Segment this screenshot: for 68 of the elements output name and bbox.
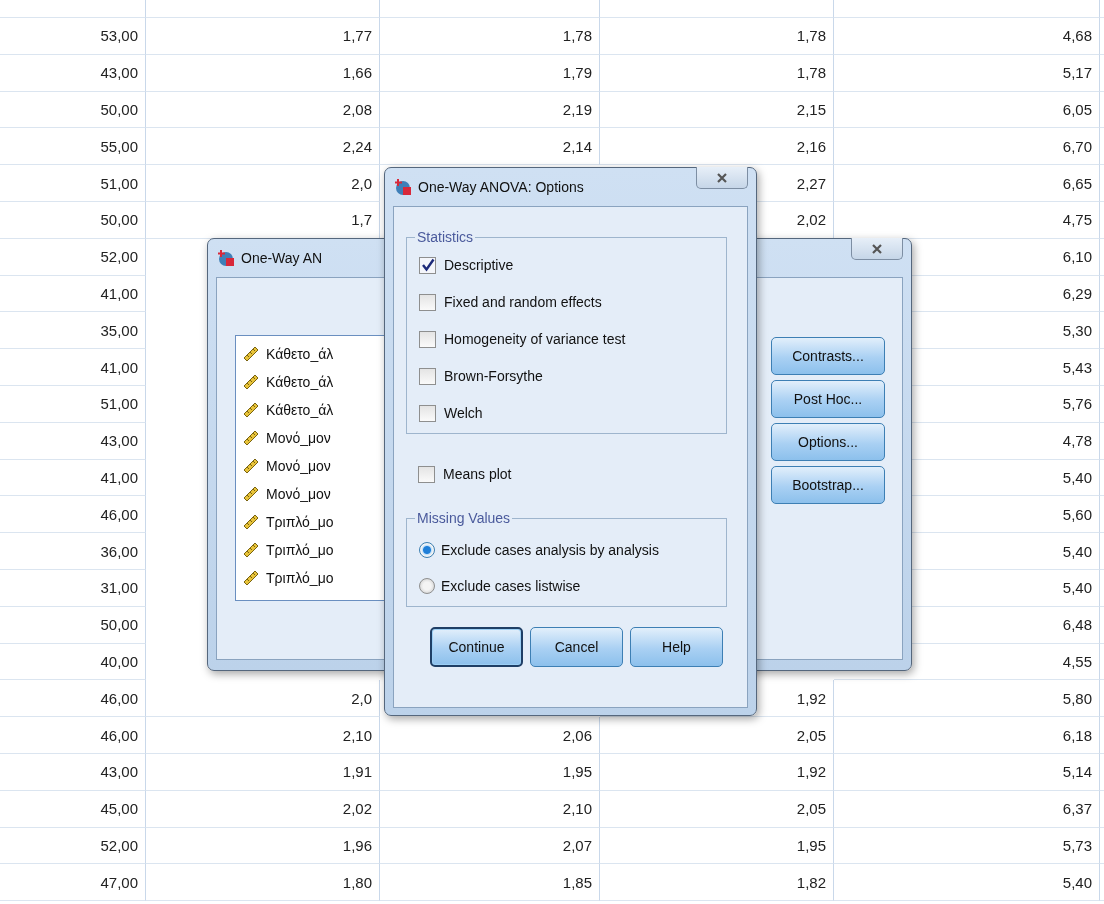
table-cell: 43,00 — [0, 753, 146, 791]
table-cell: 1,78 — [600, 54, 834, 92]
table-cell: 5,73 — [834, 827, 1100, 865]
table-cell: 43,00 — [0, 422, 146, 460]
table-cell: 2,15 — [600, 91, 834, 129]
window-title: One-Way ANOVA: Options — [418, 179, 584, 195]
table-cell: 2,10 — [146, 717, 380, 754]
table-cell: 1,95 — [600, 827, 834, 865]
table-cell: 1,80 — [146, 864, 380, 902]
table-cell: 35,00 — [0, 312, 146, 350]
table-cell: 50,00 — [0, 606, 146, 644]
table-cell: 5,40 — [834, 864, 1100, 902]
table-cell: 50,00 — [0, 91, 146, 129]
table-cell: 47,00 — [0, 864, 146, 902]
table-cell: 41,00 — [0, 349, 146, 386]
table-cell: 5,17 — [834, 54, 1100, 92]
table-cell: 2,24 — [146, 128, 380, 166]
table-cell: 46,00 — [0, 717, 146, 754]
table-cell: 2,02 — [146, 790, 380, 828]
table-cell: 2,14 — [380, 128, 600, 166]
table-cell: 1,85 — [380, 864, 600, 902]
table-cell: 31,00 — [0, 569, 146, 607]
table-cell: 43,00 — [0, 54, 146, 92]
table-cell: 2,05 — [600, 717, 834, 754]
window-title: One-Way AN — [241, 250, 323, 266]
table-cell: 1,96 — [146, 827, 380, 865]
table-cell: 1,91 — [146, 753, 380, 791]
table-cell: 1,66 — [146, 54, 380, 92]
table-cell: 55,00 — [0, 128, 146, 166]
table-cell: 51,00 — [0, 385, 146, 423]
table-cell: 1,79 — [380, 54, 600, 92]
table-cell: 5,14 — [834, 753, 1100, 791]
table-cell: 36,00 — [0, 533, 146, 570]
table-cell: 45,00 — [0, 790, 146, 828]
table-cell: 2,0 — [146, 165, 380, 202]
table-cell: 6,05 — [834, 91, 1100, 129]
table-cell: 1,77 — [146, 18, 380, 55]
table-cell: 1,78 — [380, 18, 600, 55]
table-cell: 41,00 — [0, 275, 146, 313]
table-cell: 2,0 — [146, 680, 380, 718]
table-cell: 2,07 — [380, 827, 600, 865]
table-cell: 52,00 — [0, 827, 146, 865]
table-cell: 1,92 — [600, 753, 834, 791]
table-cell: 4,68 — [834, 18, 1100, 55]
table-cell: 2,05 — [600, 790, 834, 828]
table-cell: 1,78 — [600, 18, 834, 55]
table-cell: 1,95 — [380, 753, 600, 791]
table-cell: 6,65 — [834, 165, 1100, 202]
table-cell: 6,18 — [834, 717, 1100, 754]
table-cell: 2,19 — [380, 91, 600, 129]
table-cell: 46,00 — [0, 496, 146, 534]
table-cell: 46,00 — [0, 680, 146, 718]
table-cell: 40,00 — [0, 643, 146, 681]
table-cell: 5,80 — [834, 680, 1100, 718]
table-cell: 2,08 — [146, 91, 380, 129]
table-cell: 50,00 — [0, 202, 146, 239]
table-cell: 53,00 — [0, 18, 146, 55]
table-cell: 1,82 — [600, 864, 834, 902]
group-title: Statistics — [416, 229, 474, 245]
group-title: Missing Values — [416, 510, 512, 526]
table-cell: 6,70 — [834, 128, 1100, 166]
table-cell: 2,16 — [600, 128, 834, 166]
table-cell: 2,06 — [380, 717, 600, 754]
table-cell: 52,00 — [0, 238, 146, 276]
table-cell: 2,10 — [380, 790, 600, 828]
table-cell: 41,00 — [0, 459, 146, 497]
table-cell: 6,37 — [834, 790, 1100, 828]
table-cell: 51,00 — [0, 165, 146, 202]
